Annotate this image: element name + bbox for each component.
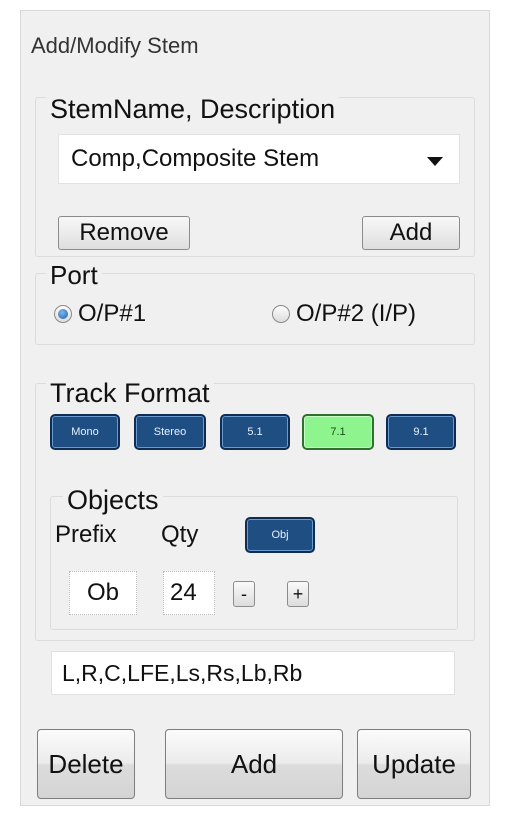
add-button[interactable]: Add: [165, 729, 343, 799]
format-7-1-button[interactable]: 7.1: [302, 414, 374, 450]
stem-group: StemName, Description Comp,Composite Ste…: [35, 94, 475, 257]
radio-op1[interactable]: O/P#1: [54, 300, 146, 328]
radio-checked-icon[interactable]: [54, 305, 72, 323]
obj-button[interactable]: Obj: [245, 517, 315, 553]
add-stem-button[interactable]: Add: [362, 216, 460, 250]
prefix-input[interactable]: Ob: [69, 571, 137, 615]
prefix-label: Prefix: [55, 521, 117, 548]
stem-panel: Add/Modify Stem StemName, Description Co…: [20, 10, 490, 806]
delete-button[interactable]: Delete: [37, 729, 135, 799]
qty-input[interactable]: 24: [163, 571, 215, 615]
objects-group: Objects Prefix Qty Obj Ob 24 - +: [50, 485, 458, 630]
format-5-1-button[interactable]: 5.1: [220, 414, 290, 450]
stem-select[interactable]: Comp,Composite Stem: [58, 134, 460, 184]
format-mono-button[interactable]: Mono: [50, 414, 120, 450]
radio-op2[interactable]: O/P#2 (I/P): [272, 300, 416, 328]
radio-op2-label: O/P#2 (I/P): [296, 300, 417, 327]
format-stereo-button[interactable]: Stereo: [134, 414, 206, 450]
objects-label: Objects: [63, 485, 163, 516]
stem-group-label: StemName, Description: [46, 94, 340, 125]
update-button[interactable]: Update: [357, 729, 471, 799]
qty-decrement-button[interactable]: -: [233, 581, 255, 607]
radio-unchecked-icon[interactable]: [272, 305, 290, 323]
format-9-1-button[interactable]: 9.1: [386, 414, 456, 450]
stem-select-value: Comp,Composite Stem: [71, 145, 320, 172]
qty-label: Qty: [161, 521, 199, 548]
track-format-group: Track Format Mono Stereo 5.1 7.1 9.1 Obj…: [35, 378, 475, 641]
chevron-down-icon[interactable]: [427, 157, 443, 166]
track-format-label: Track Format: [46, 378, 214, 409]
channel-layout-input[interactable]: L,R,C,LFE,Ls,Rs,Lb,Rb: [51, 651, 455, 695]
remove-button[interactable]: Remove: [58, 216, 190, 250]
radio-op1-label: O/P#1: [78, 300, 147, 327]
panel-title: Add/Modify Stem: [31, 33, 199, 59]
qty-increment-button[interactable]: +: [287, 581, 309, 607]
port-group: Port O/P#1 O/P#2 (I/P): [35, 260, 475, 345]
port-group-label: Port: [46, 260, 102, 291]
